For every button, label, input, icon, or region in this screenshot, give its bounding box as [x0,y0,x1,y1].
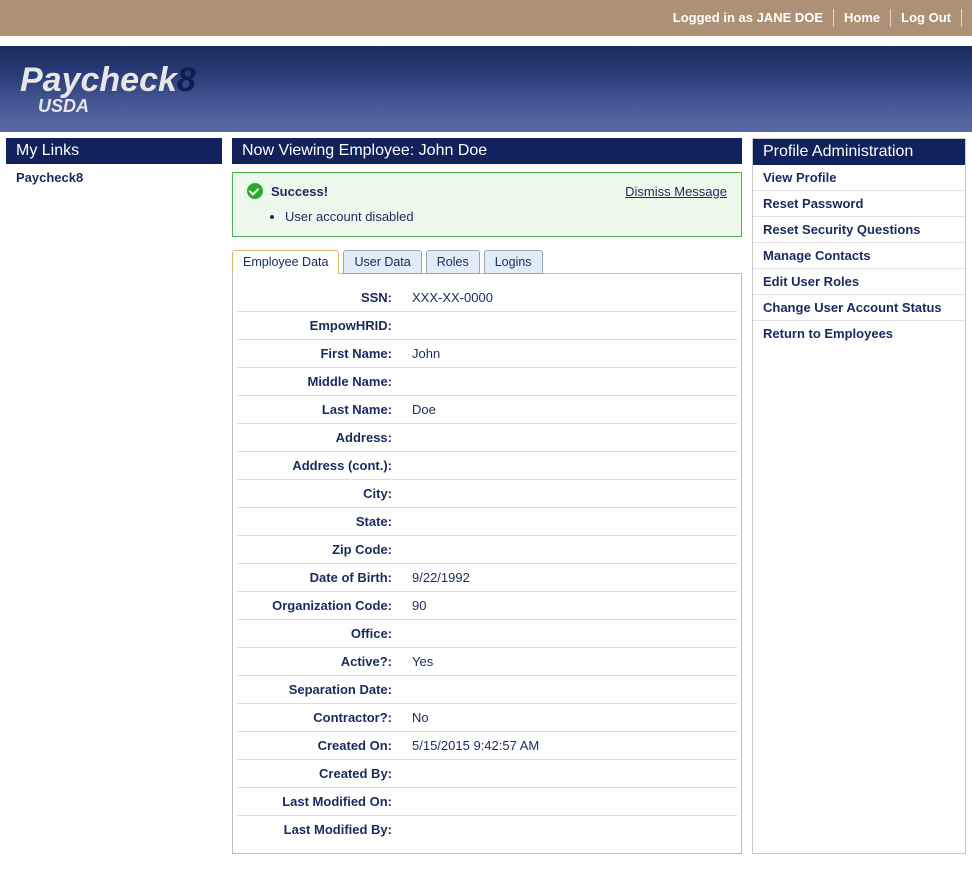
field-value [402,760,737,788]
table-row: Middle Name: [237,368,737,396]
field-label: Date of Birth: [237,564,402,592]
sidebar-item-paycheck8[interactable]: Paycheck8 [6,164,222,191]
table-row: Last Modified By: [237,816,737,844]
table-row: SSN:XXX-XX-0000 [237,284,737,312]
table-row: Last Modified On: [237,788,737,816]
logout-link[interactable]: Log Out [891,9,962,27]
field-value [402,676,737,704]
field-value [402,816,737,844]
field-value: 5/15/2015 9:42:57 AM [402,732,737,760]
admin-reset-password[interactable]: Reset Password [753,191,965,217]
tab-body: SSN:XXX-XX-0000EmpowHRID:First Name:John… [232,273,742,854]
logo-eight: 8 [177,61,196,99]
success-message-text: User account disabled [285,209,727,224]
banner: Paycheck8 USDA [0,46,972,132]
field-label: Address (cont.): [237,452,402,480]
field-label: Active?: [237,648,402,676]
check-circle-icon [247,183,263,199]
logo-text: Paycheck [20,61,177,99]
success-message-box: Success! Dismiss Message User account di… [232,172,742,237]
field-label: First Name: [237,340,402,368]
table-row: Separation Date: [237,676,737,704]
table-row: Organization Code:90 [237,592,737,620]
tab-employee-data[interactable]: Employee Data [232,250,339,274]
field-label: Organization Code: [237,592,402,620]
main-column: Now Viewing Employee: John Doe Success! … [232,138,742,854]
field-value: John [402,340,737,368]
table-row: City: [237,480,737,508]
field-value: Doe [402,396,737,424]
field-label: SSN: [237,284,402,312]
field-label: City: [237,480,402,508]
tab-user-data[interactable]: User Data [343,250,421,274]
sidebar-left: My Links Paycheck8 [6,138,222,854]
admin-edit-user-roles[interactable]: Edit User Roles [753,269,965,295]
admin-manage-contacts[interactable]: Manage Contacts [753,243,965,269]
mylinks-list: Paycheck8 [6,164,222,191]
field-value [402,788,737,816]
table-row: Address: [237,424,737,452]
table-row: Created By: [237,760,737,788]
table-row: First Name:John [237,340,737,368]
table-row: Date of Birth:9/22/1992 [237,564,737,592]
tabs-row: Employee Data User Data Roles Logins [232,249,742,273]
field-value [402,536,737,564]
tab-logins[interactable]: Logins [484,250,543,274]
table-row: Active?:Yes [237,648,737,676]
field-value: XXX-XX-0000 [402,284,737,312]
admin-return-to-employees[interactable]: Return to Employees [753,321,965,346]
admin-reset-security-questions[interactable]: Reset Security Questions [753,217,965,243]
field-label: Middle Name: [237,368,402,396]
field-value [402,424,737,452]
field-label: EmpowHRID: [237,312,402,340]
field-label: Separation Date: [237,676,402,704]
mylinks-title: My Links [6,138,222,164]
home-link[interactable]: Home [834,9,891,27]
topbar: Logged in as JANE DOE Home Log Out [0,0,972,36]
field-value [402,480,737,508]
profile-admin-title: Profile Administration [753,139,965,165]
sidebar-right: Profile Administration View Profile Rese… [752,138,966,854]
field-value [402,452,737,480]
field-label: Address: [237,424,402,452]
field-value [402,312,737,340]
table-row: Contractor?:No [237,704,737,732]
loggedin-label: Logged in as JANE DOE [663,9,834,27]
field-label: Zip Code: [237,536,402,564]
field-value: No [402,704,737,732]
table-row: State: [237,508,737,536]
admin-change-user-account-status[interactable]: Change User Account Status [753,295,965,321]
table-row: Office: [237,620,737,648]
success-label: Success! [271,184,328,199]
field-label: Last Name: [237,396,402,424]
table-row: EmpowHRID: [237,312,737,340]
table-row: Created On:5/15/2015 9:42:57 AM [237,732,737,760]
table-row: Address (cont.): [237,452,737,480]
table-row: Last Name:Doe [237,396,737,424]
field-label: Last Modified By: [237,816,402,844]
field-label: Last Modified On: [237,788,402,816]
table-row: Zip Code: [237,536,737,564]
field-label: Contractor?: [237,704,402,732]
employee-data-table: SSN:XXX-XX-0000EmpowHRID:First Name:John… [237,284,737,843]
field-label: Office: [237,620,402,648]
field-value [402,620,737,648]
field-label: Created On: [237,732,402,760]
logo-usda: USDA [38,96,196,117]
field-value [402,508,737,536]
field-value: Yes [402,648,737,676]
profile-admin-list: View Profile Reset Password Reset Securi… [753,165,965,346]
field-value: 90 [402,592,737,620]
field-value [402,368,737,396]
field-label: State: [237,508,402,536]
page-title: Now Viewing Employee: John Doe [232,138,742,164]
tab-roles[interactable]: Roles [426,250,480,274]
admin-view-profile[interactable]: View Profile [753,165,965,191]
field-label: Created By: [237,760,402,788]
field-value: 9/22/1992 [402,564,737,592]
dismiss-message-link[interactable]: Dismiss Message [625,184,727,199]
